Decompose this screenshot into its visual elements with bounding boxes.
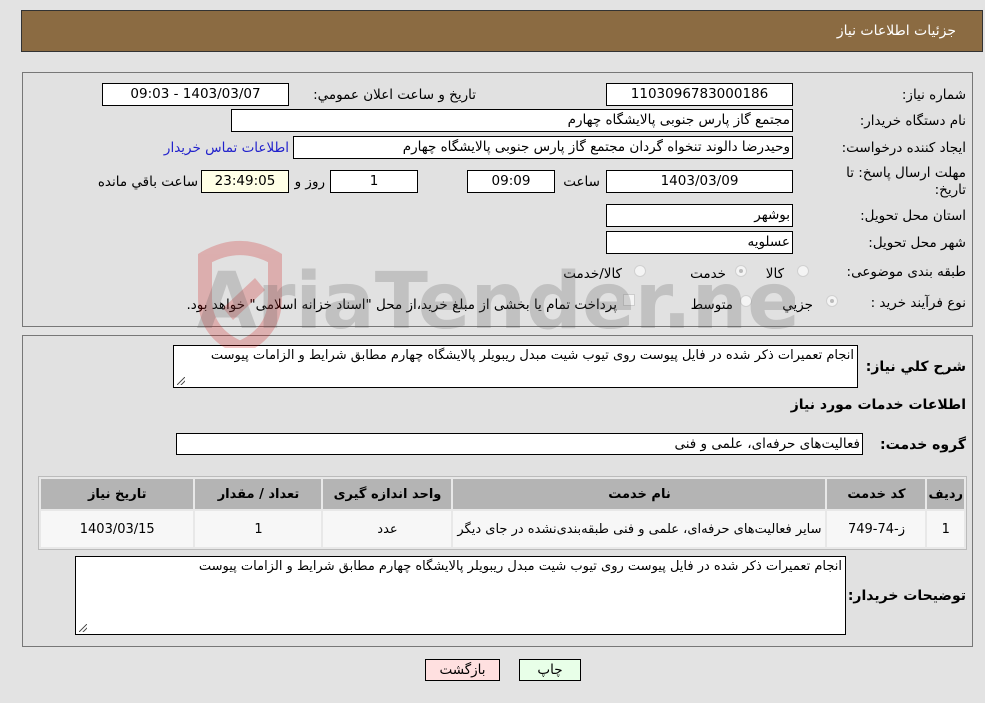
buyer-notes-label: توضیحات خریدار: (847, 588, 966, 604)
category-option-goods-service: کالا/خدمت (563, 266, 622, 282)
remaining-time-field: 23:49:05 (201, 170, 289, 193)
back-button[interactable]: بازگشت (425, 659, 500, 681)
deadline-date-field: 1403/03/09 (606, 170, 793, 193)
services-table: ردیف کد خدمت نام خدمت واحد اندازه گیری ت… (38, 476, 967, 550)
category-label: طبقه بندی موضوعی: (846, 264, 966, 280)
col-quantity: تعداد / مقدار (195, 479, 322, 509)
category-radio-goods[interactable] (797, 265, 809, 277)
page-header: جزئیات اطلاعات نیاز (21, 10, 983, 52)
remaining-time-label: ساعت باقي مانده (97, 174, 198, 190)
col-service-name: نام خدمت (453, 479, 826, 509)
announce-date-label: تاریخ و ساعت اعلان عمومي: (313, 87, 476, 103)
summary-label: شرح کلي نياز: (865, 359, 966, 375)
resize-handle-icon[interactable] (79, 624, 87, 632)
buyer-notes-textarea[interactable]: انجام تعمیرات ذکر شده در فایل پیوست روی … (75, 556, 846, 635)
creator-field: وحیدرضا دالوند تنخواه گردان مجتمع گاز پا… (293, 136, 793, 159)
city-label: شهر محل تحویل: (868, 235, 966, 251)
table-header-row: ردیف کد خدمت نام خدمت واحد اندازه گیری ت… (41, 479, 964, 509)
category-option-service: خدمت (690, 266, 726, 282)
deadline-time-field: 09:09 (467, 170, 555, 193)
service-group-label: گروه خدمت: (880, 437, 966, 453)
cell-service-name: سایر فعالیت‌های حرفه‌ای، علمی و فنی طبقه… (453, 511, 826, 547)
col-need-date: تاریخ نیاز (41, 479, 194, 509)
remaining-days-field: 1 (330, 170, 418, 193)
col-service-code: کد خدمت (827, 479, 926, 509)
service-group-field: فعالیت‌های حرفه‌ای، علمی و فنی (176, 433, 863, 455)
services-heading: اطلاعات خدمات مورد نیاز (790, 397, 966, 413)
process-label: نوع فرآیند خرید : (870, 295, 966, 311)
days-label: روز و (294, 174, 325, 190)
cell-service-code: ز-74-749 (827, 511, 926, 547)
announce-date-field: 1403/03/07 - 09:03 (102, 83, 289, 106)
province-label: استان محل تحویل: (860, 208, 966, 224)
process-radio-medium[interactable] (740, 295, 752, 307)
deadline-time-label: ساعت (563, 174, 600, 190)
summary-text: انجام تعمیرات ذکر شده در فایل پیوست روی … (210, 348, 854, 363)
table-row: 1 ز-74-749 سایر فعالیت‌های حرفه‌ای، علمی… (41, 511, 964, 547)
payment-note: پرداخت تمام یا بخشی از مبلغ خرید،از محل … (186, 297, 617, 313)
buyer-org-field: مجتمع گاز پارس جنوبی پالایشگاه چهارم (231, 109, 793, 132)
need-number-field: 1103096783000186 (606, 83, 793, 106)
cell-row-number: 1 (927, 511, 964, 547)
city-field: عسلویه (606, 231, 793, 254)
cell-quantity: 1 (195, 511, 322, 547)
province-field: بوشهر (606, 204, 793, 227)
summary-textarea[interactable]: انجام تعمیرات ذکر شده در فایل پیوست روی … (173, 345, 858, 388)
creator-label: ایجاد کننده درخواست: (841, 140, 966, 156)
category-radio-goods-service[interactable] (634, 265, 646, 277)
treasury-payment-checkbox[interactable] (623, 294, 635, 306)
need-number-label: شماره نیاز: (901, 87, 966, 103)
col-row-number: ردیف (927, 479, 964, 509)
col-unit: واحد اندازه گیری (323, 479, 452, 509)
page-title: جزئیات اطلاعات نیاز (836, 23, 956, 39)
cell-need-date: 1403/03/15 (41, 511, 194, 547)
deadline-label: مهلت ارسال پاسخ: تا تاریخ: (846, 165, 966, 198)
category-option-goods: کالا (765, 266, 784, 282)
category-radio-service[interactable] (735, 265, 747, 277)
process-radio-minor[interactable] (826, 295, 838, 307)
process-option-medium: متوسط (690, 297, 733, 313)
buyer-org-label: نام دستگاه خریدار: (859, 113, 966, 129)
resize-handle-icon[interactable] (177, 377, 185, 385)
buyer-notes-text: انجام تعمیرات ذکر شده در فایل پیوست روی … (198, 559, 842, 574)
print-button[interactable]: چاپ (519, 659, 581, 681)
process-option-minor: جزيي (782, 297, 813, 313)
buyer-contact-link[interactable]: اطلاعات تماس خریدار (164, 140, 289, 156)
cell-unit: عدد (323, 511, 452, 547)
